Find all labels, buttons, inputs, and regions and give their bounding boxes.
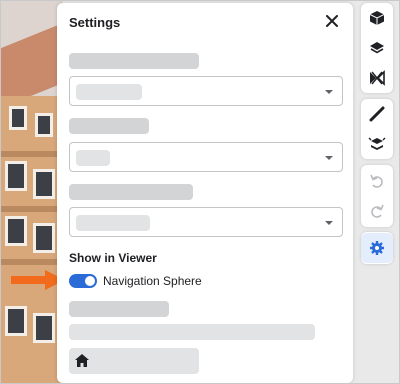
explode-button[interactable] bbox=[361, 129, 393, 159]
facade-band bbox=[1, 151, 63, 157]
redo-button[interactable] bbox=[361, 196, 393, 226]
toolbar-group-view bbox=[361, 3, 393, 93]
measure-button[interactable] bbox=[361, 99, 393, 129]
building-window bbox=[5, 161, 27, 191]
building-window bbox=[33, 169, 55, 199]
building-window bbox=[5, 216, 27, 246]
toolbar-group-history bbox=[361, 165, 393, 227]
skeleton-value bbox=[76, 84, 142, 100]
undo-icon bbox=[370, 174, 383, 188]
viewer-canvas[interactable] bbox=[1, 1, 63, 383]
building-window bbox=[35, 113, 53, 137]
settings-panel: Settings Show in Viewer Navigation Spher… bbox=[57, 3, 353, 383]
home-button[interactable] bbox=[69, 348, 199, 374]
toggle-knob bbox=[85, 276, 95, 286]
layers-icon bbox=[370, 42, 384, 54]
home-icon bbox=[75, 354, 89, 367]
viewer-frame: Settings Show in Viewer Navigation Spher… bbox=[0, 0, 400, 384]
model-button[interactable] bbox=[361, 3, 393, 33]
facade-band bbox=[1, 206, 63, 212]
skeleton-label bbox=[69, 184, 193, 200]
settings-dropdown[interactable] bbox=[69, 207, 343, 237]
show-in-viewer-heading: Show in Viewer bbox=[69, 251, 157, 265]
close-button[interactable] bbox=[323, 12, 341, 30]
chevron-down-icon bbox=[325, 221, 333, 225]
building-window bbox=[33, 223, 55, 253]
navigation-sphere-toggle[interactable] bbox=[69, 274, 97, 288]
settings-dropdown[interactable] bbox=[69, 142, 343, 172]
gear-icon bbox=[370, 241, 384, 255]
measure-icon bbox=[369, 106, 385, 122]
toolbar-group-settings bbox=[361, 232, 393, 264]
undo-button[interactable] bbox=[361, 166, 393, 196]
cube-icon bbox=[369, 11, 385, 25]
skeleton-value bbox=[76, 215, 150, 231]
layers-button[interactable] bbox=[361, 33, 393, 63]
skeleton-label bbox=[69, 301, 169, 317]
section-button[interactable] bbox=[361, 63, 393, 93]
redo-icon bbox=[371, 204, 384, 218]
building-window bbox=[9, 106, 27, 130]
settings-button[interactable] bbox=[361, 233, 393, 263]
navigation-sphere-label: Navigation Sphere bbox=[103, 274, 202, 288]
close-icon bbox=[326, 15, 338, 27]
toolbar-group-tools bbox=[361, 99, 393, 159]
skeleton-row bbox=[69, 324, 315, 340]
facade-band bbox=[1, 259, 63, 265]
panel-title: Settings bbox=[69, 15, 121, 30]
settings-dropdown[interactable] bbox=[69, 76, 343, 106]
chevron-down-icon bbox=[325, 156, 333, 160]
chevron-down-icon bbox=[325, 90, 333, 94]
skeleton-value bbox=[76, 150, 110, 166]
skeleton-label bbox=[69, 118, 149, 134]
building-window bbox=[5, 306, 27, 336]
skeleton-label bbox=[69, 53, 199, 69]
section-icon bbox=[370, 70, 385, 86]
explode-icon bbox=[368, 137, 386, 150]
building-window bbox=[33, 313, 55, 343]
